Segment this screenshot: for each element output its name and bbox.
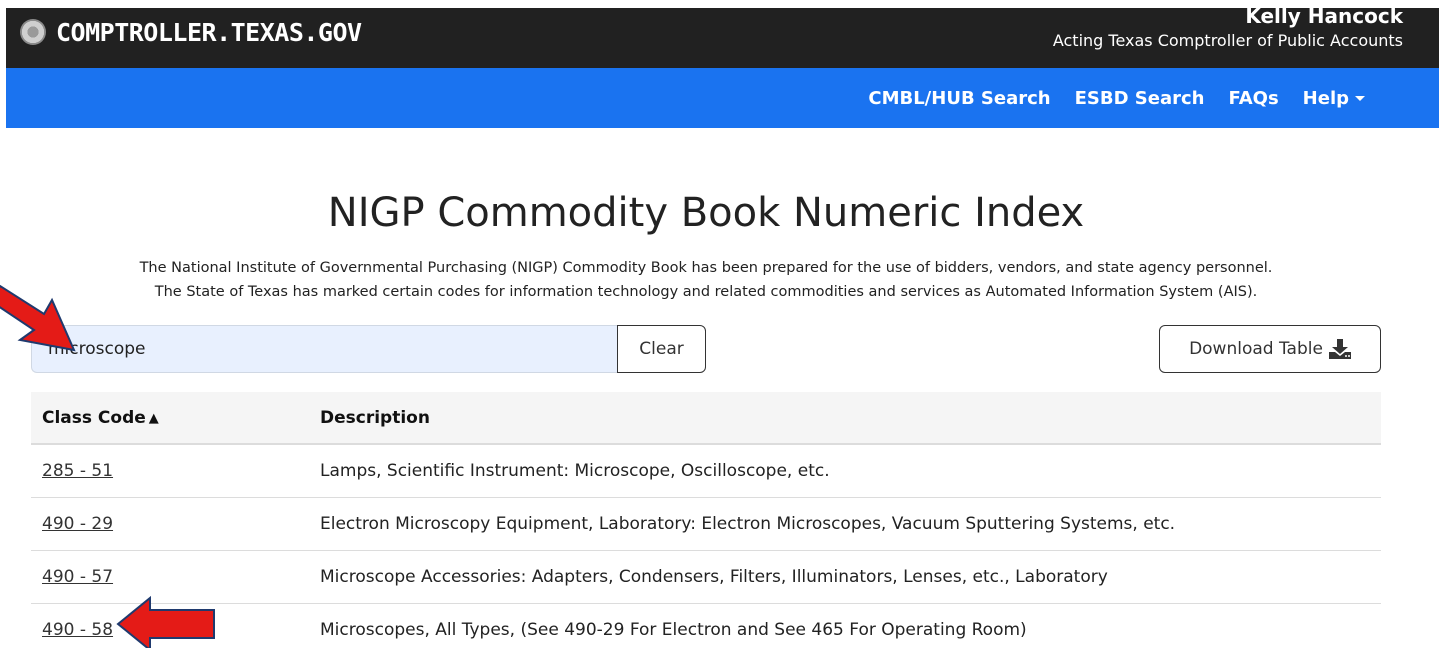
class-code-link[interactable]: 490 - 58 <box>42 620 113 640</box>
class-code-link[interactable]: 285 - 51 <box>42 461 113 481</box>
table-row: 490 - 58 Microscopes, All Types, (See 49… <box>31 604 1381 648</box>
nav-bar: CMBL/HUB Search ESBD Search FAQs Help <box>6 68 1439 128</box>
class-code-link[interactable]: 490 - 57 <box>42 567 113 587</box>
class-code-cell: 285 - 51 <box>31 461 320 481</box>
download-icon <box>1328 339 1351 359</box>
class-code-link[interactable]: 490 - 29 <box>42 514 113 534</box>
sort-icon: ▲︎ <box>148 410 159 426</box>
official-info: Kelly Hancock Acting Texas Comptroller o… <box>1053 2 1403 52</box>
column-header-description: Description <box>320 407 430 428</box>
nav-item-faqs[interactable]: FAQs <box>1228 88 1278 109</box>
nav-item-help-label: Help <box>1302 87 1349 109</box>
download-table-button[interactable]: Download Table <box>1159 325 1381 373</box>
table-header: Class Code ▲︎ Description <box>31 392 1381 445</box>
texas-seal-icon <box>20 19 46 45</box>
description-cell: Microscope Accessories: Adapters, Conden… <box>320 567 1108 587</box>
results-table: Class Code ▲︎ Description 285 - 51 Lamps,… <box>31 392 1381 648</box>
intro-line-1: The National Institute of Governmental P… <box>139 260 1273 276</box>
brand[interactable]: COMPTROLLER.TEXAS.GOV <box>20 14 362 50</box>
search-input[interactable] <box>31 325 618 373</box>
annotation-arrow-search-icon <box>0 284 76 352</box>
nav-links: CMBL/HUB Search ESBD Search FAQs Help <box>868 68 1365 128</box>
official-title: Acting Texas Comptroller of Public Accou… <box>1052 31 1403 50</box>
nav-item-esbd-search[interactable]: ESBD Search <box>1075 88 1205 109</box>
annotation-arrow-row-icon <box>116 595 215 648</box>
description-cell: Microscopes, All Types, (See 490-29 For … <box>320 620 1027 640</box>
brand-text: COMPTROLLER.TEXAS.GOV <box>56 17 362 47</box>
intro-text: The National Institute of Governmental P… <box>0 256 1412 304</box>
nav-item-help[interactable]: Help <box>1303 88 1365 109</box>
class-code-cell: 490 - 57 <box>31 567 320 587</box>
caret-down-icon <box>1355 96 1365 101</box>
class-code-header-label: Class Code <box>42 407 146 428</box>
intro-line-2: The State of Texas has marked certain co… <box>154 284 1258 300</box>
table-row: 490 - 29 Electron Microscopy Equipment, … <box>31 498 1381 551</box>
page: COMPTROLLER.TEXAS.GOV Kelly Hancock Acti… <box>0 0 1447 648</box>
description-cell: Lamps, Scientific Instrument: Microscope… <box>320 461 830 481</box>
top-header: COMPTROLLER.TEXAS.GOV Kelly Hancock Acti… <box>6 4 1439 68</box>
clear-button[interactable]: Clear <box>617 325 706 373</box>
column-header-class-code[interactable]: Class Code ▲︎ <box>31 408 320 428</box>
description-cell: Electron Microscopy Equipment, Laborator… <box>320 514 1176 534</box>
official-name: Kelly Hancock <box>1245 4 1403 28</box>
table-row: 285 - 51 Lamps, Scientific Instrument: M… <box>31 445 1381 498</box>
table-row: 490 - 57 Microscope Accessories: Adapter… <box>31 551 1381 604</box>
class-code-cell: 490 - 29 <box>31 514 320 534</box>
nav-item-cmbl-hub-search[interactable]: CMBL/HUB Search <box>868 88 1050 109</box>
page-title: NIGP Commodity Book Numeric Index <box>327 190 1085 236</box>
download-table-label: Download Table <box>1189 339 1323 359</box>
